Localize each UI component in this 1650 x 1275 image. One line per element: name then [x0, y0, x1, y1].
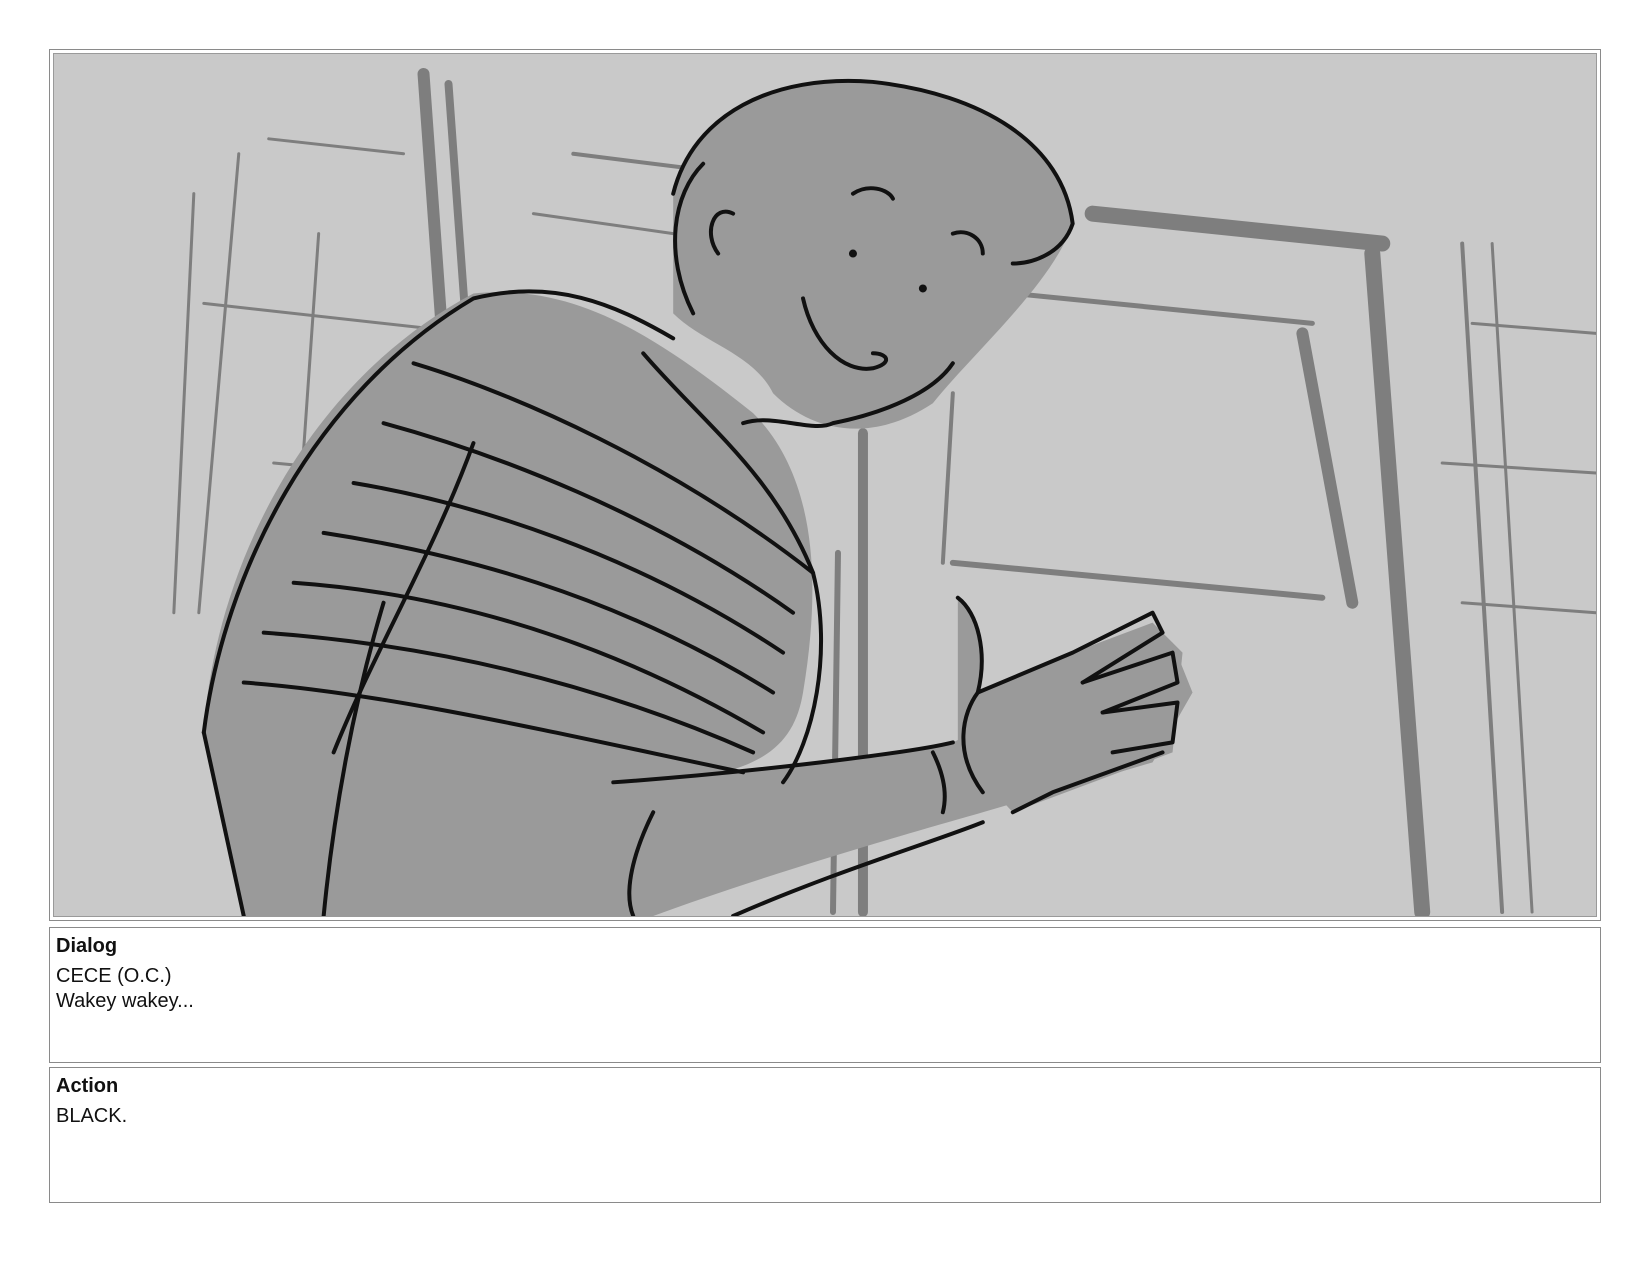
action-line: BLACK. — [56, 1105, 128, 1127]
storyboard-panel-frame — [49, 49, 1601, 921]
dialog-character: CECE (O.C.) — [56, 965, 172, 987]
dialog-line: Wakey wakey... — [56, 990, 194, 1012]
action-heading: Action — [56, 1075, 119, 1097]
storyboard-sketch — [54, 54, 1596, 916]
dialog-heading: Dialog — [56, 935, 118, 957]
dialog-box: Dialog CECE (O.C.) Wakey wakey... — [49, 927, 1601, 1063]
action-box: Action BLACK. — [49, 1067, 1601, 1203]
storyboard-panel-image — [53, 53, 1597, 917]
